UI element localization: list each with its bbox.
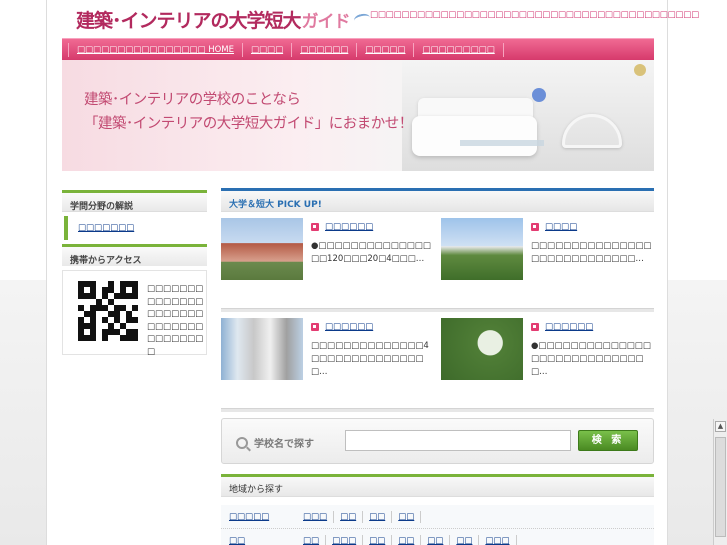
- site-header: 建築･インテリアの大学短大 ガイド □□□□□□□□□□□□□□□□□□□□□□…: [62, 0, 699, 38]
- pickup-desc: ●□□□□□□□□□□□□□□□□120□□□20□4□□□…: [311, 241, 431, 264]
- sidebar-link-fields[interactable]: □□□□□□□: [64, 216, 205, 240]
- pickup-title-link[interactable]: □□□□□□: [311, 222, 373, 232]
- prefecture-link[interactable]: □□: [392, 534, 422, 545]
- site-logo[interactable]: 建築･インテリアの大学短大 ガイド: [76, 5, 371, 33]
- area-header: 地域から探す: [221, 474, 654, 497]
- pickup-grid: □□□□□□ ●□□□□□□□□□□□□□□□□120□□□20□4□□□… □…: [221, 216, 656, 412]
- bullet-icon: [311, 223, 319, 231]
- region-row: □□ □□ □□□ □□ □□ □□ □□ □□□: [221, 529, 654, 545]
- prefecture-link[interactable]: □□: [297, 534, 327, 545]
- school-photo[interactable]: [441, 318, 523, 380]
- pickup-title-link[interactable]: □□□□□□: [531, 322, 593, 332]
- pickup-header: 大学＆短大 PICK UP!: [221, 188, 654, 212]
- area-search: 地域から探す □□□□□ □□□ □□ □□ □□ □□ □□ □□□ □□ □…: [221, 474, 654, 545]
- main-content: 大学＆短大 PICK UP! □□□□□□ ●□□□□□□□□□□□□□□□□1…: [221, 188, 654, 412]
- school-photo[interactable]: [221, 318, 303, 380]
- region-name[interactable]: □□: [221, 536, 293, 545]
- pickup-title[interactable]: □□□□: [545, 222, 577, 232]
- school-photo[interactable]: [221, 218, 303, 280]
- mobile-access-box: □□□□□□□□□□□□□□□□□□□□□□□□□□□□□□□□□□□□: [62, 270, 207, 357]
- pickup-divider: [221, 308, 654, 312]
- hero-headline-1: 建築･インテリアの学校のことなら: [84, 92, 301, 108]
- hero-glass-table: [460, 140, 544, 146]
- search-label: 学校名で探す: [236, 435, 314, 450]
- prefecture-link[interactable]: □□□: [326, 534, 364, 545]
- pickup-title-link[interactable]: □□□□: [531, 222, 577, 232]
- sidebar-section-title-fields: 学問分野の解説: [62, 190, 207, 212]
- search-button[interactable]: 検 索: [578, 430, 638, 451]
- search-label-text: 学校名で探す: [254, 439, 314, 450]
- school-name-search: 学校名で探す 検 索: [221, 418, 654, 464]
- sidebar-section-title-mobile: 携帯からアクセス: [62, 244, 207, 266]
- pickup-desc: □□□□□□□□□□□□□□4□□□□□□□□□□□□□□□…: [311, 341, 429, 377]
- nav-item-4[interactable]: □□□□□: [357, 42, 415, 57]
- hero-headline-2: 「建築･インテリアの大学短大ガイド」におまかせ！: [84, 116, 413, 132]
- pickup-card: □□□□□□ ●□□□□□□□□□□□□□□□□□□□□□□□□□□□□□…: [441, 318, 656, 380]
- prefecture-link[interactable]: □□: [450, 534, 480, 545]
- nav-item-home[interactable]: □□□□□□□□□□□□□□□□ HOME: [68, 42, 243, 57]
- pickup-card: □□□□□□ □□□□□□□□□□□□□□4□□□□□□□□□□□□□□□…: [221, 318, 436, 380]
- pickup-card: □□□□ □□□□□□□□□□□□□□□□□□□□□□□□□□□□…: [441, 218, 656, 280]
- search-icon: [236, 436, 248, 449]
- hero-flower-icon-2: [634, 64, 646, 76]
- bullet-icon: [531, 323, 539, 331]
- nav-item-5[interactable]: □□□□□□□□□: [414, 42, 504, 57]
- prefecture-link[interactable]: □□: [363, 534, 393, 545]
- pickup-desc: □□□□□□□□□□□□□□□□□□□□□□□□□□□□…: [531, 241, 652, 264]
- logo-accent-text: ガイド: [301, 11, 351, 32]
- qr-description: □□□□□□□□□□□□□□□□□□□□□□□□□□□□□□□□□□□□: [147, 284, 204, 357]
- pickup-title[interactable]: □□□□□□: [545, 322, 593, 332]
- bullet-icon: [531, 223, 539, 231]
- prefecture-link[interactable]: □□: [363, 510, 393, 523]
- prefecture-link[interactable]: □□□: [297, 510, 335, 523]
- vertical-scrollbar[interactable]: ▲: [713, 419, 727, 545]
- pickup-divider: [221, 408, 654, 412]
- global-nav: □□□□□□□□□□□□□□□□ HOME □□□□ □□□□□□ □□□□□ …: [62, 38, 654, 60]
- logo-wing-icon: [352, 12, 371, 26]
- search-input[interactable]: [345, 430, 571, 451]
- site-tagline: □□□□□□□□□□□□□□□□□□□□□□□□□□□□□□□□□□□□□□□□…: [370, 10, 699, 20]
- prefecture-link[interactable]: □□: [421, 534, 451, 545]
- hero-sofa: [412, 116, 537, 156]
- hero-banner: 建築･インテリアの学校のことなら 「建築･インテリアの大学短大ガイド」におまかせ…: [62, 60, 654, 171]
- region-name[interactable]: □□□□□: [221, 512, 293, 522]
- pickup-title[interactable]: □□□□□□: [325, 322, 373, 332]
- prefecture-link[interactable]: □□□: [479, 534, 517, 545]
- pickup-card: □□□□□□ ●□□□□□□□□□□□□□□□□120□□□20□4□□□…: [221, 218, 436, 280]
- qr-code-icon: [78, 281, 138, 341]
- prefecture-link[interactable]: □□: [392, 510, 422, 523]
- school-photo[interactable]: [441, 218, 523, 280]
- nav-item-3[interactable]: □□□□□□: [292, 42, 358, 57]
- region-row: □□□□□ □□□ □□ □□ □□: [221, 505, 654, 529]
- nav-item-2[interactable]: □□□□: [243, 42, 293, 57]
- scroll-thumb[interactable]: [715, 437, 726, 537]
- bullet-icon: [311, 323, 319, 331]
- sidebar: 学問分野の解説 □□□□□□□ 携帯からアクセス □□□□□□□□□□□□□□□…: [62, 190, 207, 357]
- pickup-title-link[interactable]: □□□□□□: [311, 322, 373, 332]
- logo-main-text: 建築･インテリアの大学短大: [76, 9, 302, 32]
- pickup-title[interactable]: □□□□□□: [325, 222, 373, 232]
- hero-flower-icon: [532, 88, 546, 102]
- prefecture-link[interactable]: □□: [334, 510, 364, 523]
- scroll-up-icon[interactable]: ▲: [715, 421, 726, 432]
- pickup-desc: ●□□□□□□□□□□□□□□□□□□□□□□□□□□□□□…: [531, 341, 651, 377]
